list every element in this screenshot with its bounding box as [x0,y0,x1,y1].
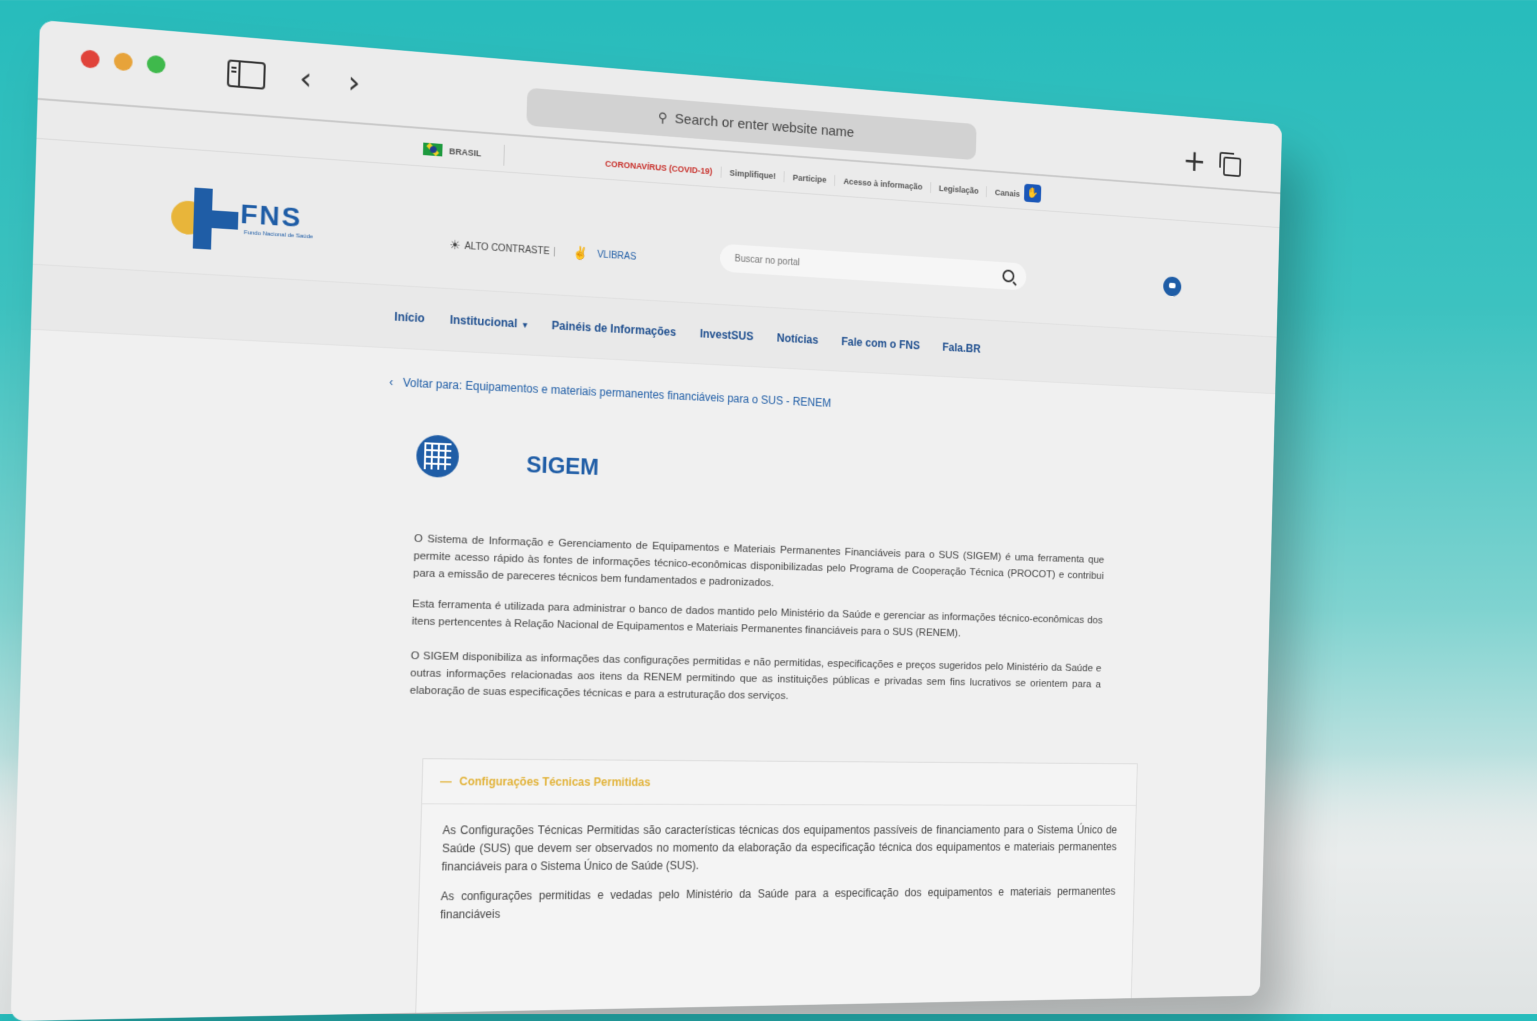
search-input[interactable] [732,252,966,280]
accordion-body: As Configurações Técnicas Permitidas são… [418,804,1136,953]
nav-item-inicio[interactable]: Início [394,310,425,325]
contrast-icon: ☀ [449,237,461,253]
back-link[interactable]: ‹ Voltar para: Equipamentos e materiais … [389,375,831,409]
accordion-title: Configurações Técnicas Permitidas [459,774,651,789]
chevron-left-icon: ‹ [389,375,394,389]
vlibras-toggle[interactable]: ✌ VLIBRAS [573,245,637,264]
brazil-flag-icon [422,142,443,157]
accessibility-icon[interactable]: ✋ [1023,183,1042,203]
search-icon: ⚲ [657,109,668,125]
divider [503,144,505,166]
new-tab-icon[interactable]: + [1182,143,1206,180]
forward-arrow-icon[interactable]: › [347,63,361,101]
accordion-paragraph: As configurações permitidas e vedadas pe… [440,884,1116,922]
gov-link-covid[interactable]: CORONAVÍRUS (COVID-19) [596,157,722,178]
chevron-down-icon: ▾ [522,320,528,330]
minus-icon: — [439,774,452,789]
nav-item-noticias[interactable]: Notícias [777,331,819,346]
fns-logo[interactable] [170,186,243,253]
main-content: ‹ Voltar para: Equipamentos e materiais … [10,329,1276,1021]
nav-item-paineis[interactable]: Painéis de Informações [552,319,677,339]
close-window-button[interactable] [80,49,100,69]
browser-window: ‹ › ⚲ Search or enter website name + BRA… [10,20,1283,1021]
paragraph: O Sistema de Informação e Gerenciamento … [412,533,1105,589]
hand-icon: ✌ [572,245,589,261]
back-arrow-icon[interactable]: ‹ [299,59,313,97]
sigem-logo-icon [415,434,460,479]
gov-link-participe[interactable]: Participe [784,171,836,187]
youtube-icon[interactable] [1163,276,1182,297]
nav-item-fale[interactable]: Fale com o FNS [841,335,920,352]
gov-link-legislacao[interactable]: Legislação [930,182,988,198]
accordion-configuracoes: — Configurações Técnicas Permitidas As C… [414,758,1138,1021]
logo-cross-bar [193,209,239,230]
sidebar-toggle-icon[interactable] [226,59,266,90]
tab-overview-icon[interactable] [1223,156,1242,178]
gov-link-acesso[interactable]: Acesso à informação [835,175,932,194]
nav-item-investsus[interactable]: InvestSUS [700,327,754,343]
logo-subtitle: Fundo Nacional de Saúde [243,230,314,241]
gov-brasil-link[interactable]: BRASIL [449,146,481,158]
search-icon[interactable] [1002,269,1015,283]
vlibras-label: VLIBRAS [597,249,637,263]
logo-text: FNS [239,198,303,233]
nav-item-falabr[interactable]: Fala.BR [942,341,981,356]
gov-link-canais[interactable]: Canais [987,186,1029,201]
portal-search [719,243,1027,291]
page-title: SIGEM [525,452,600,481]
accordion-header[interactable]: — Configurações Técnicas Permitidas [422,759,1137,806]
high-contrast-toggle[interactable]: ☀ ALTO CONTRASTE | [449,237,556,259]
window-controls [80,49,166,74]
divider: | [553,246,556,258]
back-link-label: Voltar para: Equipamentos e materiais pe… [402,375,832,410]
nav-item-label: Institucional [449,313,518,331]
contrast-label: ALTO CONTRASTE [464,240,550,257]
gov-link-simplifique[interactable]: Simplifique! [721,166,785,183]
paragraph: Esta ferramenta é utilizada para adminis… [411,598,1103,640]
address-bar-placeholder: Search or enter website name [674,110,855,141]
nav-item-institucional[interactable]: Institucional ▾ [450,313,528,331]
minimize-window-button[interactable] [113,52,133,72]
paragraph: O SIGEM disponibiliza as informações das… [409,650,1102,702]
maximize-window-button[interactable] [146,54,166,74]
accordion-paragraph: As Configurações Técnicas Permitidas são… [441,823,1118,874]
scene: ‹ › ⚲ Search or enter website name + BRA… [0,0,1537,1021]
